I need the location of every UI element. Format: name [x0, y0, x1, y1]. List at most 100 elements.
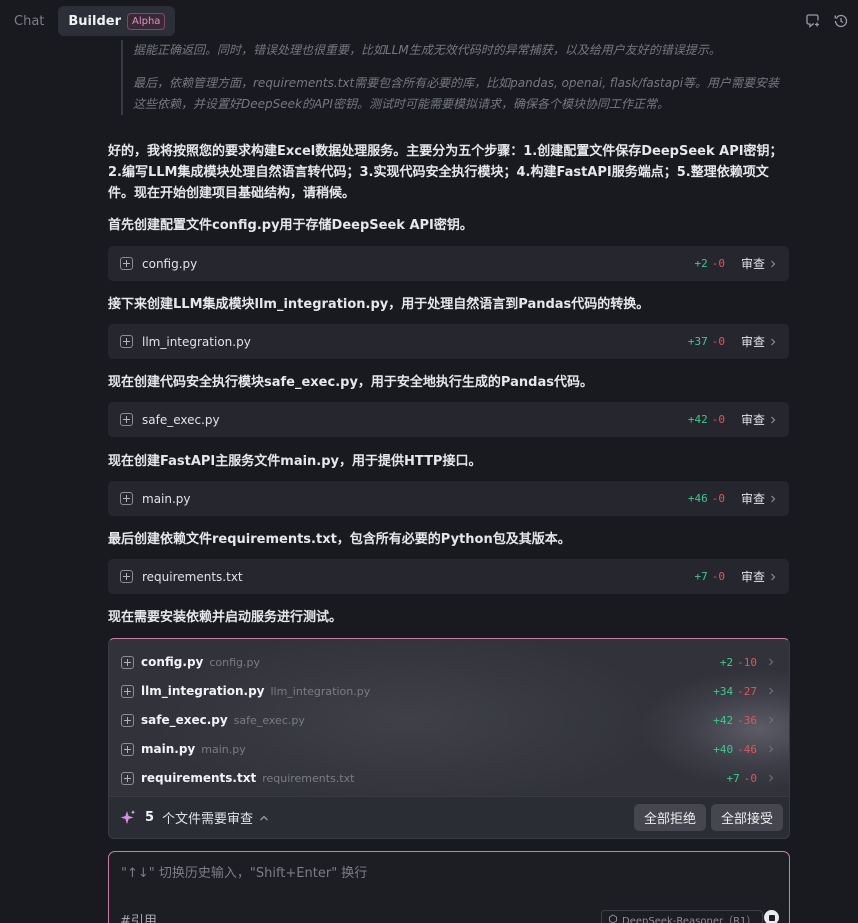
file-path: config.py — [209, 655, 261, 669]
review-label: 审查 — [740, 257, 765, 271]
review-label: 审查 — [740, 335, 765, 349]
deleted-lines: -0 — [711, 335, 725, 348]
tab-builder-label: Builder — [68, 13, 121, 29]
file-name: config.py — [142, 256, 198, 271]
pending-file-label: 个文件需要审查 — [162, 812, 254, 827]
review-button[interactable]: 审查 — [741, 411, 777, 428]
chevron-right-icon — [769, 774, 774, 782]
header-actions — [804, 12, 850, 30]
chat-input-box[interactable]: "↑↓" 切换历史输入，"Shift+Enter" 换行 #引用 DeepSee… — [108, 851, 790, 923]
deleted-lines: -0 — [711, 413, 725, 426]
review-button[interactable]: 审查 — [741, 333, 777, 350]
expand-icon[interactable] — [120, 257, 133, 270]
model-name: DeepSeek-Reasoner（R1） — [622, 915, 757, 923]
chevron-right-icon — [771, 416, 776, 423]
expand-icon[interactable] — [121, 771, 134, 785]
assistant-message: 现在创建代码安全执行模块safe_exec.py，用于安全地执行生成的Panda… — [108, 375, 593, 390]
file-name: llm_integration.py — [141, 684, 265, 698]
stop-button[interactable] — [764, 910, 779, 923]
new-chat-icon[interactable] — [804, 12, 822, 30]
added-lines: +46 — [687, 492, 708, 505]
expand-icon[interactable] — [121, 713, 134, 727]
file-name: requirements.txt — [141, 771, 257, 785]
assistant-message: 首先创建配置文件config.py用于存储DeepSeek API密钥。 — [108, 218, 473, 233]
reasoning-text: 最后，依赖管理方面，requirements.txt需要包含所有必要的库，比如p… — [133, 76, 780, 111]
alpha-badge: Alpha — [127, 12, 166, 30]
file-name: main.py — [142, 491, 191, 506]
chevron-right-icon — [771, 495, 776, 502]
chevron-right-icon — [769, 745, 774, 753]
review-label: 审查 — [740, 570, 765, 584]
deleted-lines: -0 — [711, 257, 725, 270]
file-name: llm_integration.py — [142, 334, 251, 349]
expand-icon[interactable] — [121, 684, 134, 698]
file-path: main.py — [201, 742, 246, 756]
assistant-message: 接下来创建LLM集成模块llm_integration.py，用于处理自然语言到… — [108, 297, 650, 312]
chat-input-placeholder[interactable]: "↑↓" 切换历史输入，"Shift+Enter" 换行 — [121, 862, 367, 881]
model-icon — [609, 914, 617, 923]
added-lines: +2 — [694, 257, 708, 270]
expand-icon[interactable] — [120, 570, 133, 583]
mode-tabs: Chat Builder Alpha — [12, 6, 176, 36]
review-panel-footer: 5 个文件需要审查 全部拒绝 全部接受 — [109, 796, 789, 838]
review-button[interactable]: 审查 — [741, 255, 777, 272]
review-file-row[interactable]: requirements.txt requirements.txt +7 -0 — [121, 766, 775, 790]
assistant-message: 现在创建FastAPI主服务文件main.py，用于提供HTTP接口。 — [108, 454, 482, 469]
file-name: requirements.txt — [142, 569, 243, 584]
history-icon[interactable] — [832, 12, 850, 30]
file-name: config.py — [141, 655, 204, 669]
chevron-up-icon[interactable] — [259, 813, 269, 823]
assistant-message: 好的，我将按照您的要求构建Excel数据处理服务。主要分为五个步骤：1.创建配置… — [108, 144, 783, 201]
expand-icon[interactable] — [120, 492, 133, 505]
file-path: requirements.txt — [262, 771, 355, 785]
file-name: safe_exec.py — [141, 713, 228, 727]
model-selector[interactable]: DeepSeek-Reasoner（R1） — [601, 910, 764, 923]
review-label: 审查 — [740, 413, 765, 427]
file-card-safe-exec[interactable]: safe_exec.py +42 -0 审查 — [108, 402, 789, 437]
review-file-row[interactable]: safe_exec.py safe_exec.py +42 -36 — [121, 708, 775, 732]
review-button[interactable]: 审查 — [741, 568, 777, 585]
chevron-right-icon — [771, 573, 776, 580]
review-file-row[interactable]: main.py main.py +40 -46 — [121, 737, 775, 761]
pending-file-count: 5 — [145, 810, 155, 825]
deleted-lines: -0 — [711, 492, 725, 505]
stop-icon — [768, 914, 775, 921]
assistant-message: 现在需要安装依赖并启动服务进行测试。 — [108, 610, 343, 625]
chevron-right-icon — [771, 338, 776, 345]
added-lines: +42 — [687, 413, 708, 426]
sparkle-icon — [120, 809, 136, 824]
added-lines: +7 — [694, 570, 708, 583]
added-lines: +34 — [713, 684, 734, 698]
review-file-row[interactable]: config.py config.py +2 -10 — [121, 650, 775, 674]
file-card-config[interactable]: config.py +2 -0 审查 — [108, 246, 789, 281]
chevron-right-icon — [769, 716, 774, 724]
assistant-message: 最后创建依赖文件requirements.txt，包含所有必要的Python包及… — [108, 532, 571, 547]
file-card-main[interactable]: main.py +46 -0 审查 — [108, 481, 789, 516]
expand-icon[interactable] — [121, 742, 134, 756]
file-card-llm-integration[interactable]: llm_integration.py +37 -0 审查 — [108, 324, 789, 359]
reject-all-button[interactable]: 全部拒绝 — [633, 804, 706, 831]
reference-button[interactable]: #引用 — [120, 910, 157, 923]
file-name: main.py — [141, 742, 196, 756]
file-name: safe_exec.py — [142, 412, 220, 427]
chevron-right-icon — [769, 658, 774, 666]
deleted-lines: -0 — [743, 771, 757, 785]
review-file-row[interactable]: llm_integration.py llm_integration.py +3… — [121, 679, 775, 703]
expand-icon[interactable] — [121, 655, 134, 669]
review-label: 审查 — [740, 492, 765, 506]
file-path: safe_exec.py — [233, 713, 305, 727]
added-lines: +37 — [687, 335, 708, 348]
expand-icon[interactable] — [120, 335, 133, 348]
reasoning-quote: 据能正确返回。同时，错误处理也很重要，比如LLM生成无效代码时的异常捕获，以及给… — [121, 40, 781, 115]
accept-all-button[interactable]: 全部接受 — [710, 804, 783, 831]
deleted-lines: -36 — [737, 713, 757, 727]
added-lines: +2 — [719, 655, 734, 669]
deleted-lines: -10 — [737, 655, 757, 669]
tab-builder[interactable]: Builder Alpha — [58, 6, 176, 36]
review-button[interactable]: 审查 — [741, 490, 777, 507]
deleted-lines: -46 — [737, 742, 757, 756]
deleted-lines: -27 — [737, 684, 757, 698]
expand-icon[interactable] — [120, 413, 133, 426]
file-card-requirements[interactable]: requirements.txt +7 -0 审查 — [108, 559, 789, 594]
tab-chat[interactable]: Chat — [12, 14, 46, 29]
